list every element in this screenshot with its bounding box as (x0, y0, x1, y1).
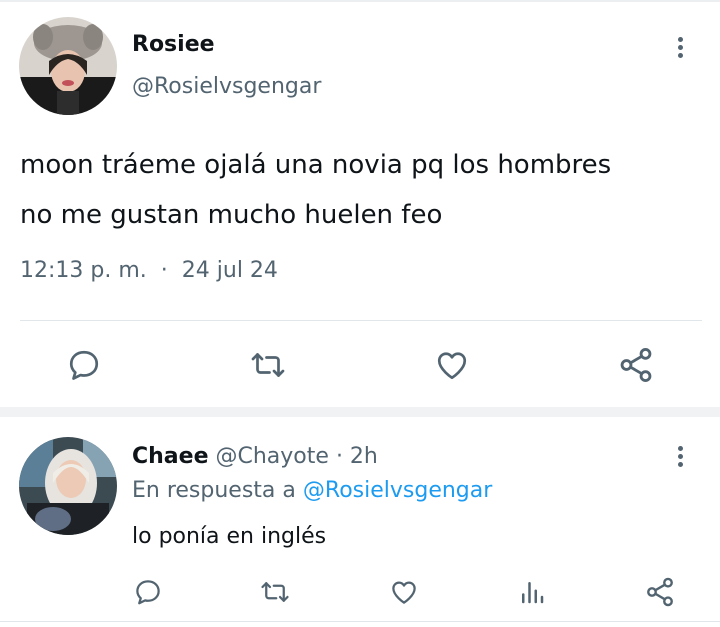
tweet-text-line: moon tráeme ojalá una novia pq los hombr… (20, 150, 612, 180)
reply-text: lo ponía en inglés (132, 524, 327, 549)
replying-to: En respuesta a @Rosielvsgengar (132, 478, 492, 503)
reply-like-icon[interactable] (388, 577, 420, 611)
reply-more-options-icon[interactable] (675, 446, 685, 470)
tweet-date: 24 jul 24 (181, 258, 278, 283)
replying-to-label: En respuesta a (132, 478, 296, 503)
replying-to-mention[interactable]: @Rosielvsgengar (303, 478, 492, 503)
reply-author-avatar[interactable] (19, 437, 117, 535)
divider (20, 320, 702, 321)
retweet-icon[interactable] (248, 347, 288, 387)
top-border (0, 0, 720, 2)
author-handle[interactable]: @Rosielvsgengar (132, 74, 321, 99)
author-avatar[interactable] (19, 17, 117, 115)
tweet-text: moon tráeme ojalá una novia pq los hombr… (20, 140, 710, 240)
more-options-icon[interactable] (675, 37, 685, 61)
reply-header: Chaee @Chayote · 2h (132, 444, 378, 469)
section-separator (0, 407, 720, 417)
tweet-text-line: no me gustan mucho huelen feo (20, 200, 443, 230)
reply-age: · 2h (335, 444, 378, 469)
reply-retweet-icon[interactable] (258, 577, 292, 611)
like-icon[interactable] (433, 347, 471, 387)
reply-author-name[interactable]: Chaee (132, 444, 209, 469)
reply-author-handle[interactable]: @Chayote (216, 444, 329, 469)
reply-stats-icon[interactable] (517, 577, 547, 611)
tweet-time: 12:13 p. m. (20, 258, 147, 283)
tweet-timestamp[interactable]: 12:13 p. m. · 24 jul 24 (20, 258, 278, 283)
reply-share-icon[interactable] (644, 576, 676, 612)
reply-icon[interactable] (66, 347, 102, 387)
author-name[interactable]: Rosiee (132, 32, 215, 57)
bottom-divider (0, 621, 720, 622)
share-icon[interactable] (617, 345, 655, 389)
meta-separator: · (160, 258, 168, 283)
reply-reply-icon[interactable] (133, 577, 163, 611)
